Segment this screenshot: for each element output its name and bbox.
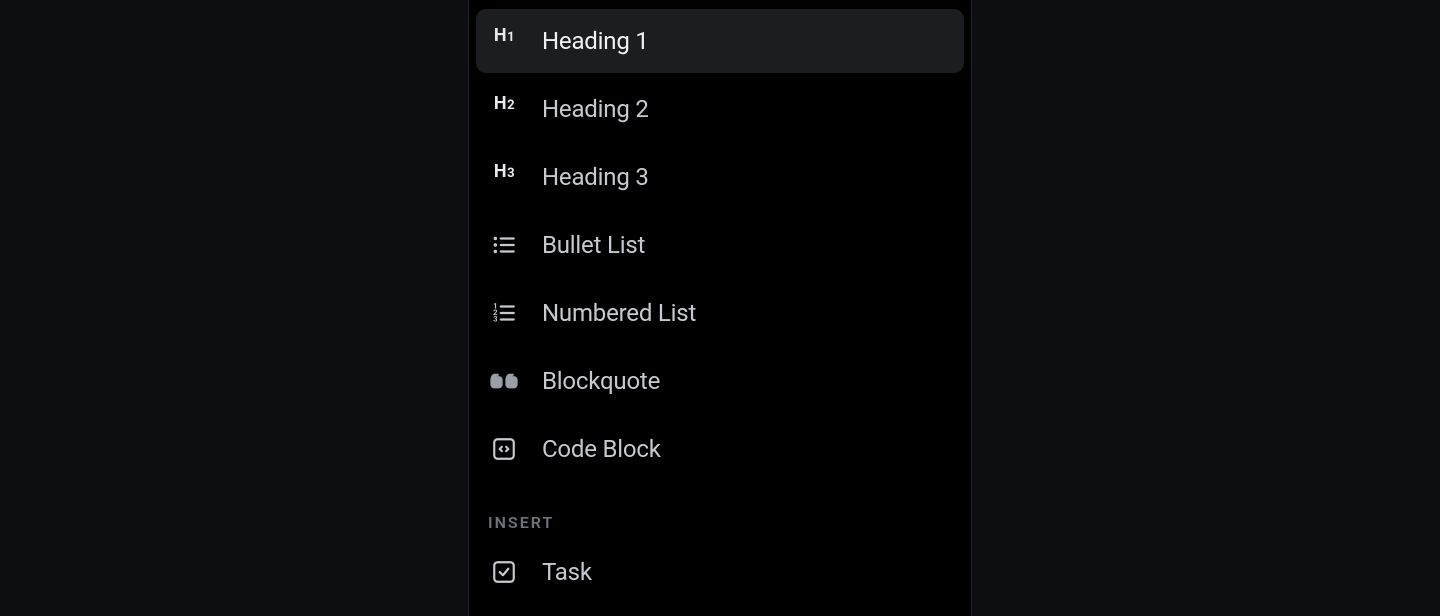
insert-group-header: INSERT bbox=[476, 513, 964, 532]
menu-item-bullet-list[interactable]: Bullet List bbox=[476, 213, 964, 277]
heading-3-icon: H3 bbox=[488, 161, 520, 193]
menu-item-heading-2[interactable]: H2 Heading 2 bbox=[476, 77, 964, 141]
heading-2-icon: H2 bbox=[488, 93, 520, 125]
code-block-icon bbox=[488, 433, 520, 465]
blockquote-icon bbox=[488, 365, 520, 397]
menu-item-heading-1[interactable]: H1 Heading 1 bbox=[476, 9, 964, 73]
menu-item-label: Heading 2 bbox=[542, 95, 649, 123]
menu-item-blockquote[interactable]: Blockquote bbox=[476, 349, 964, 413]
menu-item-numbered-list[interactable]: 1 2 3 Numbered List bbox=[476, 281, 964, 345]
menu-item-code-block[interactable]: Code Block bbox=[476, 417, 964, 481]
task-icon bbox=[488, 556, 520, 588]
format-insert-menu: H1 Heading 1 H2 Heading 2 H3 Heading 3 B… bbox=[468, 0, 972, 616]
menu-item-label: Bullet List bbox=[542, 231, 645, 259]
menu-item-label: Numbered List bbox=[542, 299, 696, 327]
menu-item-label: Blockquote bbox=[542, 367, 660, 395]
numbered-list-icon: 1 2 3 bbox=[488, 297, 520, 329]
heading-1-icon: H1 bbox=[488, 25, 520, 57]
menu-item-label: Heading 1 bbox=[542, 27, 649, 55]
menu-item-label: Heading 3 bbox=[542, 163, 649, 191]
svg-text:3: 3 bbox=[493, 315, 497, 324]
menu-item-task[interactable]: Task bbox=[476, 540, 964, 604]
menu-item-heading-3[interactable]: H3 Heading 3 bbox=[476, 145, 964, 209]
menu-item-label: Task bbox=[542, 558, 592, 586]
menu-item-label: Code Block bbox=[542, 435, 661, 463]
bullet-list-icon bbox=[488, 229, 520, 261]
